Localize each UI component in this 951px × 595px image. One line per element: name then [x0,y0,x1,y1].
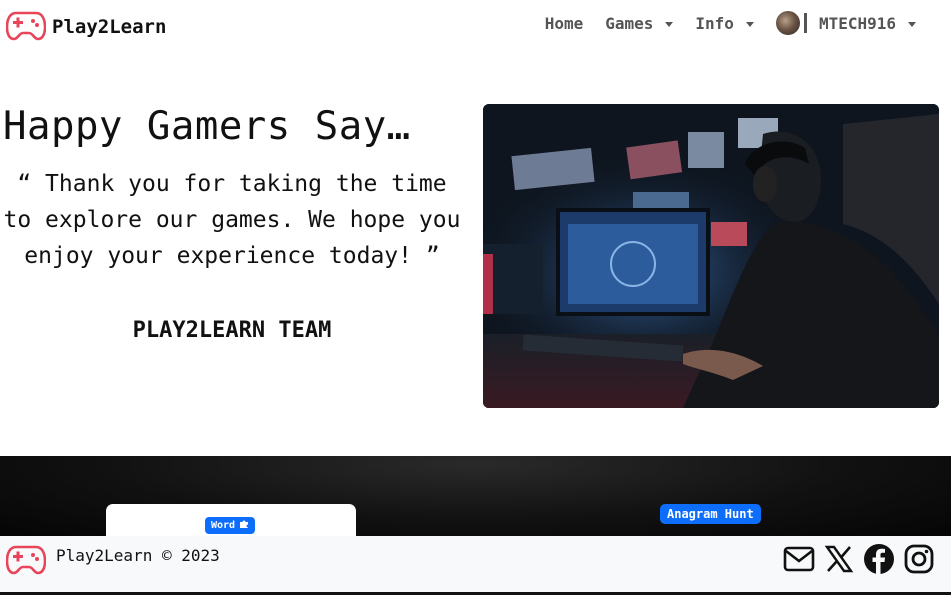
word-badge-label: Word [211,520,236,531]
nav-info-dropdown[interactable]: Info [684,14,765,33]
facebook-icon[interactable] [863,543,895,575]
word-badge[interactable]: Word [205,517,256,534]
puzzle-piece-icon [239,519,249,532]
x-twitter-icon[interactable] [823,543,855,575]
word-game-card[interactable]: Word [106,504,356,536]
nav-user-label: MTECH916 [818,13,896,33]
footer: Play2Learn © 2023 [0,536,951,592]
navbar: Play2Learn Home Games Info MTECH916 [0,0,951,48]
anagram-hunt-badge[interactable]: Anagram Hunt [660,504,761,524]
hero-signature: PLAY2LEARN TEAM [132,318,332,343]
nav-links: Home Games Info MTECH916 [534,11,927,35]
hero-quote: “ Thank you for taking the time to explo… [3,171,461,269]
instagram-icon[interactable] [903,543,935,575]
nav-info-label: Info [695,13,734,33]
nav-user-dropdown[interactable]: MTECH916 [765,11,927,35]
gamepad-logo-icon[interactable] [5,543,47,579]
gamepad-logo-icon [5,9,47,45]
nav-home-link[interactable]: Home [534,14,595,33]
caret-down-icon [908,21,916,27]
brand-link[interactable]: Play2Learn [5,9,167,45]
hero-title: Happy Gamers Say… [3,104,411,149]
hero-gamer-image [483,104,939,408]
caret-down-icon [745,21,754,27]
footer-copyright: Play2Learn © 2023 [56,546,220,565]
caret-down-icon [665,21,674,27]
social-links [783,543,935,575]
avatar [775,11,800,35]
brand-name: Play2Learn [52,16,167,38]
nav-games-label: Games [605,13,654,33]
envelope-icon[interactable] [783,543,815,575]
nav-home-label: Home [544,13,584,33]
games-section: Word Anagram Hunt [0,456,951,536]
divider [803,13,807,33]
nav-games-dropdown[interactable]: Games [594,14,684,33]
